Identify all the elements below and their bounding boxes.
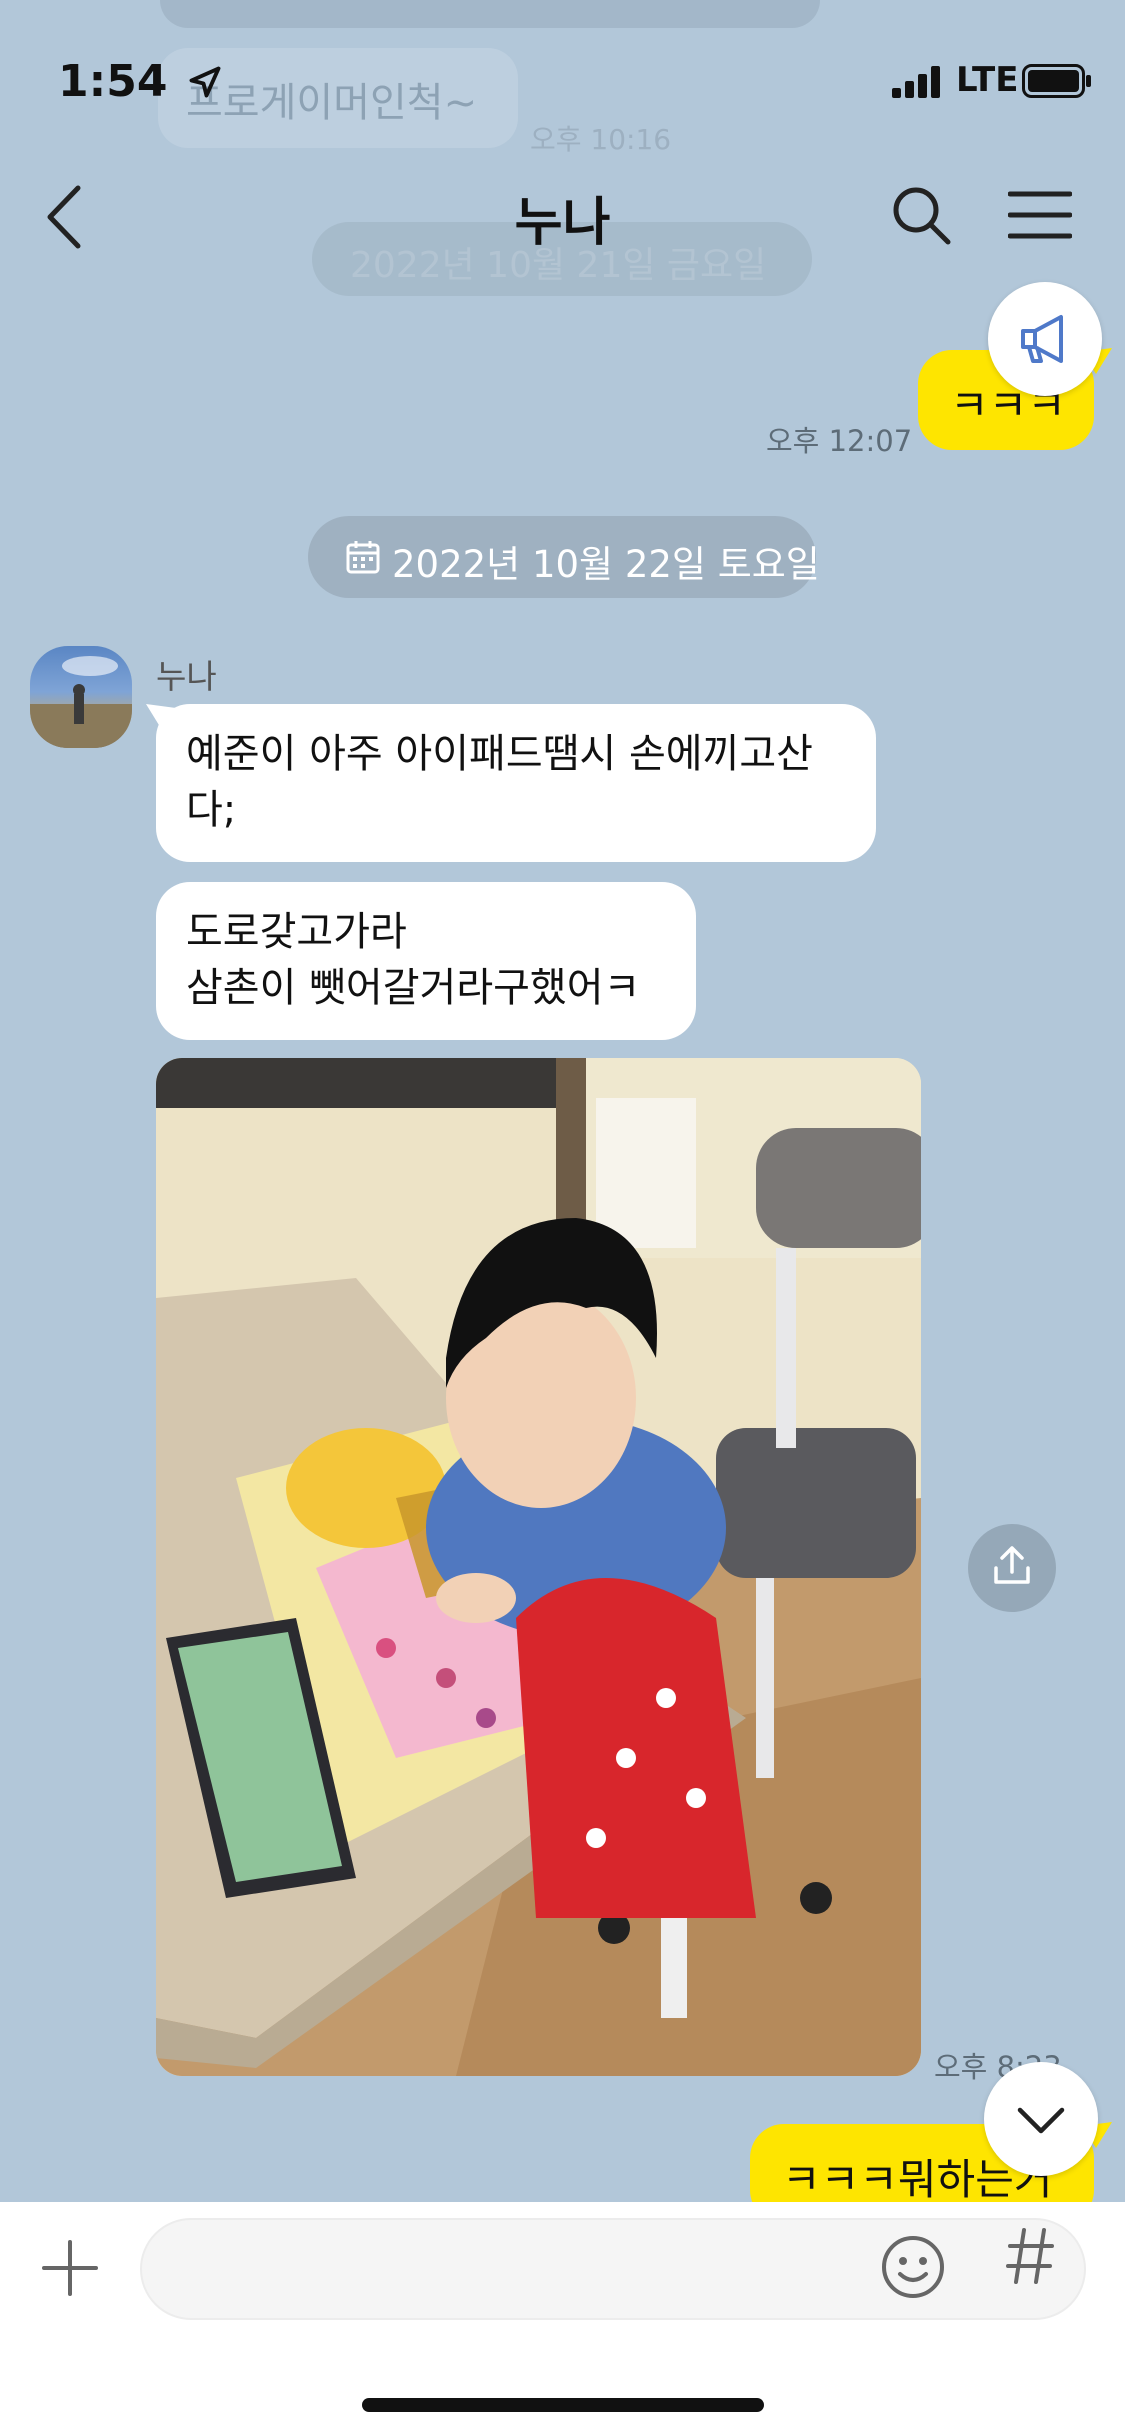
announcement-button[interactable] [988, 282, 1102, 396]
scroll-to-bottom-button[interactable] [984, 2062, 1098, 2176]
home-indicator [362, 2398, 764, 2412]
menu-icon[interactable] [1008, 190, 1072, 240]
share-button[interactable] [968, 1524, 1056, 1612]
chevron-down-icon [1017, 2107, 1065, 2134]
sender-name: 누나 [156, 657, 217, 696]
ghost-image [160, 0, 820, 28]
share-icon [994, 1546, 1030, 1584]
megaphone-icon [1021, 315, 1063, 363]
emoji-icon[interactable] [880, 2234, 946, 2300]
search-icon[interactable] [890, 184, 952, 246]
their-message-line: 삼촌이 뺏어갈거라구했어ㅋ [186, 965, 641, 1011]
battery-icon [1022, 64, 1091, 98]
their-message-bubble[interactable]: 도로갖고가라 삼촌이 뺏어갈거라구했어ㅋ [156, 882, 696, 1040]
calendar-icon [346, 541, 380, 574]
ghost-message: 프로게이머인척~ [186, 80, 478, 126]
their-message-bubble[interactable]: 예준이 아주 아이패드땜시 손에끼고산 다; [156, 704, 876, 862]
photo-message[interactable] [156, 1058, 921, 2076]
plus-icon[interactable] [42, 2240, 98, 2296]
ghost-time: 오후 10:16 [530, 123, 672, 156]
hash-icon[interactable] [1006, 2226, 1056, 2286]
their-message-line: 도로갖고가라 [186, 909, 407, 955]
avatar[interactable] [30, 646, 132, 748]
chat-title: 누나 [514, 193, 611, 253]
signal-icon [892, 66, 940, 98]
their-message-line: 예준이 아주 아이패드땜시 손에끼고산 [186, 731, 813, 777]
location-arrow-icon [189, 66, 221, 98]
message-time: 오후 12:07 [766, 424, 913, 458]
status-time: 1:54 [58, 56, 223, 107]
network-label: LTE [956, 60, 1019, 100]
date-divider-text: 2022년 10월 22일 토요일 [392, 543, 820, 586]
their-message-line: 다; [186, 787, 237, 833]
